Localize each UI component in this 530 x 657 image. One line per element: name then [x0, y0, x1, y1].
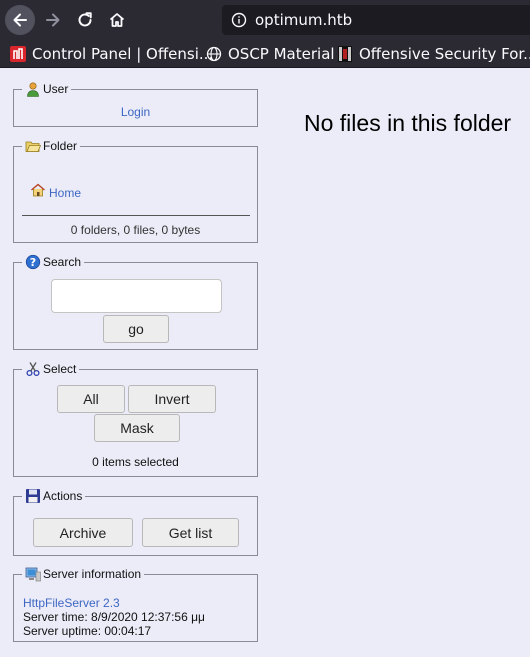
home-link[interactable]: Home: [49, 186, 81, 200]
hfs-version-link[interactable]: HttpFileServer 2.3: [23, 596, 120, 610]
server-uptime: Server uptime: 00:04:17: [23, 624, 152, 638]
home-button[interactable]: [102, 5, 132, 35]
select-panel: Select All Invert Mask 0 items selected: [13, 361, 258, 477]
page-content: User Login Folder Home 0 folders, 0 file…: [0, 68, 530, 657]
folder-legend: Folder: [22, 138, 80, 154]
empty-folder-message: No files in this folder: [304, 110, 512, 136]
search-input[interactable]: [51, 279, 222, 313]
actions-legend: Actions: [22, 488, 85, 504]
info-icon[interactable]: [231, 12, 247, 33]
search-legend: ? Search: [22, 254, 84, 270]
user-legend: User: [22, 81, 71, 97]
folder-summary: 0 folders, 0 files, 0 bytes: [70, 223, 201, 237]
get-list-button[interactable]: Get list: [142, 518, 239, 547]
globe-icon: [206, 46, 222, 62]
user-icon: [27, 82, 39, 97]
bookmark-offsec-forums[interactable]: Offensive Security For...: [337, 43, 530, 65]
browser-toolbar: optimum.htb: [0, 0, 530, 40]
search-go-button[interactable]: go: [103, 315, 169, 343]
folder-panel: Folder Home 0 folders, 0 files, 0 bytes: [13, 138, 258, 243]
login-link[interactable]: Login: [121, 105, 150, 119]
select-all-button[interactable]: All: [57, 385, 125, 413]
home-link-row[interactable]: Home: [30, 183, 81, 200]
user-panel: User Login: [13, 81, 258, 127]
bookmark-control-panel[interactable]: Control Panel | Offensi...: [10, 43, 213, 65]
scissors-icon: [26, 362, 40, 377]
invert-selection-button[interactable]: Invert: [128, 385, 216, 413]
back-button[interactable]: [5, 5, 35, 35]
selection-status: 0 items selected: [92, 455, 179, 469]
url-bar[interactable]: optimum.htb: [222, 5, 530, 35]
bookmarks-bar: Control Panel | Offensi... OSCP Material…: [0, 40, 530, 68]
offsec-logo-icon: [10, 46, 26, 62]
actions-panel: Actions Archive Get list: [13, 488, 258, 556]
archive-button[interactable]: Archive: [33, 518, 133, 547]
offsec-forum-icon: [338, 46, 352, 62]
help-icon: ?: [25, 254, 41, 270]
folder-divider: [22, 215, 250, 216]
svg-text:?: ?: [30, 256, 36, 269]
bookmark-oscp-material[interactable]: OSCP Material: [206, 43, 335, 65]
open-folder-icon: [25, 141, 41, 152]
home-icon: [109, 13, 125, 27]
reload-icon: [78, 12, 92, 27]
server-time: Server time: 8/9/2020 12:37:56 μμ: [23, 610, 205, 624]
arrow-left-icon: [13, 13, 27, 27]
forward-button[interactable]: [38, 5, 68, 35]
arrow-right-icon: [46, 13, 60, 27]
computer-icon: [25, 567, 41, 582]
url-text: optimum.htb: [255, 11, 353, 29]
select-legend: Select: [22, 361, 79, 377]
server-info-panel: Server information HttpFileServer 2.3 Se…: [13, 566, 258, 642]
save-icon: [26, 489, 40, 503]
reload-button[interactable]: [70, 5, 100, 35]
server-legend: Server information: [22, 566, 144, 582]
home-folder-icon: [31, 183, 45, 197]
search-panel: ? Search go: [13, 254, 258, 350]
mask-button[interactable]: Mask: [94, 414, 180, 442]
